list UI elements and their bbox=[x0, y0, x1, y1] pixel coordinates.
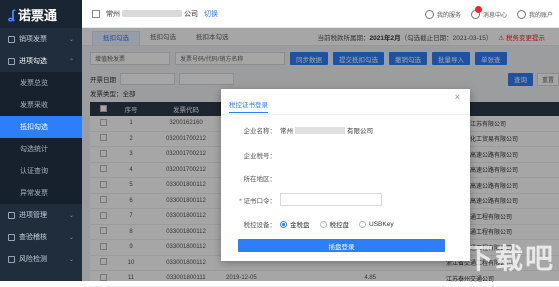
sidebar-item-deduction[interactable]: 抵扣勾选 bbox=[0, 116, 82, 138]
app-logo[interactable]: ʆ 诺票通 bbox=[0, 0, 82, 28]
chevron-up-icon: ⌃ bbox=[69, 58, 74, 65]
chevron-down-icon: ⌄ bbox=[69, 212, 74, 219]
sidebar-item-overview[interactable]: 发票总览 bbox=[0, 72, 82, 94]
device-option-golden-tax[interactable]: 金税盘 bbox=[280, 219, 310, 229]
company-name-suffix: 公司 bbox=[184, 9, 198, 19]
region-row: 所在地区： bbox=[238, 173, 280, 183]
sidebar-item-label: 认证查询 bbox=[20, 166, 48, 176]
sidebar-item-label: 异常发票 bbox=[20, 188, 48, 198]
close-icon[interactable]: × bbox=[455, 92, 460, 102]
tax-cert-login-dialog: 税控证书登录 × 企业名称： 常州 有限公司 企业税号： 所在地区： * 证书口… bbox=[221, 89, 470, 261]
device-option-usbkey[interactable]: USBKey bbox=[359, 221, 394, 228]
account-label: 我的账户 bbox=[529, 10, 553, 19]
message-label: 消息中心 bbox=[483, 10, 507, 19]
login-button[interactable]: 插盘登录 bbox=[238, 239, 445, 252]
sidebar-group-label: 进项勾选 bbox=[19, 56, 47, 66]
sidebar-item-collect[interactable]: 发票采收 bbox=[0, 94, 82, 116]
sidebar-group-verify[interactable]: 查验稽核 ⌄ bbox=[0, 226, 82, 248]
tax-id-row: 企业税号： bbox=[238, 150, 280, 160]
sidebar-group-sales[interactable]: 销项发票 ⌄ bbox=[0, 28, 82, 50]
company-name-prefix: 常州 bbox=[106, 9, 120, 19]
sidebar-group-input[interactable]: 进项勾选 ⌃ bbox=[0, 50, 82, 72]
chevron-down-icon: ⌄ bbox=[69, 36, 74, 43]
cert-password-input[interactable] bbox=[280, 193, 382, 206]
password-row: * 证书口令： bbox=[238, 193, 382, 206]
sidebar-item-cert-query[interactable]: 认证查询 bbox=[0, 160, 82, 182]
password-label-text: 证书口令： bbox=[244, 198, 277, 205]
shield-icon bbox=[8, 256, 15, 263]
radio-unselected[interactable] bbox=[320, 221, 327, 228]
sidebar-group-label: 销项发票 bbox=[19, 34, 47, 44]
device-option-label: USBKey bbox=[369, 221, 394, 228]
topbar-actions: 我的服务 消息中心 我的账户 bbox=[425, 0, 553, 28]
company-name-value: 常州 有限公司 bbox=[280, 125, 373, 135]
sidebar-group-input-mgmt[interactable]: 进项管理 ⌄ bbox=[0, 204, 82, 226]
device-option-label: 税控盘 bbox=[330, 219, 350, 229]
redacted-text bbox=[122, 10, 182, 17]
radio-selected[interactable] bbox=[280, 221, 287, 228]
company-name-prefix: 常州 bbox=[280, 125, 293, 135]
my-service-button[interactable]: 我的服务 bbox=[425, 10, 461, 19]
topbar: 常州 公司 切换 我的服务 消息中心 我的账户 bbox=[82, 0, 559, 28]
sidebar-item-label: 发票总览 bbox=[20, 78, 48, 88]
chevron-down-icon: ⌄ bbox=[69, 256, 74, 263]
chevron-down-icon: ⌄ bbox=[69, 234, 74, 241]
sidebar-group-label: 进项管理 bbox=[19, 210, 47, 220]
my-account-button[interactable]: 我的账户 bbox=[517, 10, 553, 19]
radio-unselected[interactable] bbox=[359, 221, 366, 228]
device-options: 金税盘 税控盘 USBKey bbox=[280, 219, 404, 229]
sidebar-item-abnormal[interactable]: 异常发票 bbox=[0, 182, 82, 204]
device-label: 税控设备： bbox=[238, 219, 276, 229]
company-name-row: 企业名称： 常州 有限公司 bbox=[238, 125, 373, 135]
company-name-suffix: 有限公司 bbox=[347, 125, 373, 135]
redacted-text bbox=[295, 127, 345, 134]
sidebar-group-label: 查验稽核 bbox=[19, 232, 47, 242]
heart-icon bbox=[425, 10, 434, 19]
message-center-button[interactable]: 消息中心 bbox=[471, 10, 507, 19]
sidebar-item-stats[interactable]: 勾选统计 bbox=[0, 138, 82, 160]
company-name-label: 企业名称： bbox=[238, 125, 276, 135]
folder-icon bbox=[8, 212, 15, 219]
sidebar-item-label: 发票采收 bbox=[20, 100, 48, 110]
password-label: * 证书口令： bbox=[238, 195, 276, 205]
sidebar-item-label: 抵扣勾选 bbox=[20, 122, 48, 132]
invoice-icon bbox=[8, 36, 15, 43]
logo-text: 诺票通 bbox=[18, 5, 57, 24]
divider bbox=[221, 114, 470, 115]
notification-badge bbox=[475, 6, 482, 13]
service-label: 我的服务 bbox=[437, 10, 461, 19]
tax-id-label: 企业税号： bbox=[238, 150, 276, 160]
device-option-tax-control[interactable]: 税控盘 bbox=[320, 219, 350, 229]
input-icon bbox=[8, 58, 15, 65]
sidebar-group-risk[interactable]: 风险检测 ⌄ bbox=[0, 248, 82, 270]
sidebar: ʆ 诺票通 销项发票 ⌄ 进项勾选 ⌃ 发票总览 发票采收 抵扣勾选 勾选统计 … bbox=[0, 0, 82, 281]
region-label: 所在地区： bbox=[238, 173, 276, 183]
sidebar-item-label: 勾选统计 bbox=[20, 144, 48, 154]
device-option-label: 金税盘 bbox=[290, 219, 310, 229]
logo-icon: ʆ bbox=[8, 7, 15, 22]
sidebar-group-label: 风险检测 bbox=[19, 254, 47, 264]
user-icon bbox=[517, 10, 526, 19]
device-row: 税控设备： 金税盘 税控盘 USBKey bbox=[238, 219, 404, 229]
watermark: 下载吧 bbox=[465, 237, 555, 277]
company-icon bbox=[92, 10, 100, 18]
dialog-title: 税控证书登录 bbox=[229, 99, 268, 113]
check-icon bbox=[8, 234, 15, 241]
switch-company-link[interactable]: 切换 bbox=[204, 9, 218, 19]
